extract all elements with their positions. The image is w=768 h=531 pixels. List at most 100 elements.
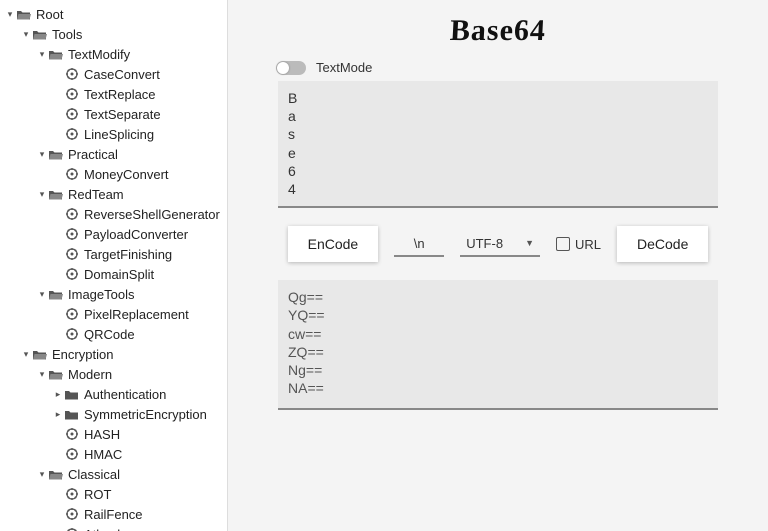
tree-classical[interactable]: ▾ Classical [0,464,227,484]
gear-icon [64,168,80,180]
checkbox-icon [556,237,570,251]
output-textarea[interactable]: Qg== YQ== cw== ZQ== Ng== NA== [278,280,718,410]
tree-label: Modern [68,367,112,382]
chevron-down-icon: ▾ [36,49,48,60]
folder-open-icon [48,369,64,380]
tree-label: Root [36,7,63,22]
folder-open-icon [48,149,64,160]
chevron-right-icon: ▸ [52,389,64,400]
textmode-label: TextMode [316,60,372,75]
tree-railfence[interactable]: ▾RailFence [0,504,227,524]
chevron-down-icon: ▾ [36,289,48,300]
tree-caseconvert[interactable]: ▾CaseConvert [0,64,227,84]
folder-open-icon [48,49,64,60]
tree-textmodify[interactable]: ▾ TextModify [0,44,227,64]
gear-icon [64,448,80,460]
tree-hash[interactable]: ▾HASH [0,424,227,444]
tree-label: TextModify [68,47,130,62]
textmode-toggle[interactable] [276,61,306,75]
tree-atbash[interactable]: ▾Atbash [0,524,227,531]
tree-imagetools[interactable]: ▾ ImageTools [0,284,227,304]
gear-icon [64,308,80,320]
url-checkbox[interactable]: URL [556,237,601,252]
encoding-select[interactable]: UTF-8 ▼ [460,232,540,257]
tree-authentication[interactable]: ▸ Authentication [0,384,227,404]
gear-icon [64,428,80,440]
folder-open-icon [48,189,64,200]
chevron-right-icon: ▸ [52,409,64,420]
tree-root[interactable]: ▾ Root [0,4,227,24]
gear-icon [64,328,80,340]
tree-reverseshell[interactable]: ▾ReverseShellGenerator [0,204,227,224]
chevron-down-icon: ▾ [20,29,32,40]
gear-icon [64,88,80,100]
tree-label: Encryption [52,347,113,362]
encoding-value: UTF-8 [466,236,503,251]
gear-icon [64,248,80,260]
folder-closed-icon [64,389,80,400]
decode-button[interactable]: DeCode [617,226,708,262]
tree-label: Atbash [84,527,124,531]
chevron-down-icon: ▾ [20,349,32,360]
tree-label: HMAC [84,447,122,462]
url-label: URL [575,237,601,252]
separator-input[interactable]: \n [394,232,444,257]
tree-practical[interactable]: ▾Practical [0,144,227,164]
tree-label: Classical [68,467,120,482]
folder-open-icon [32,349,48,360]
tree-tools[interactable]: ▾ Tools [0,24,227,44]
tree-payloadconv[interactable]: ▾PayloadConverter [0,224,227,244]
tree-label: TextReplace [84,87,156,102]
chevron-down-icon: ▾ [4,9,16,20]
tree-textseparate[interactable]: ▾TextSeparate [0,104,227,124]
tree-label: ROT [84,487,111,502]
folder-closed-icon [64,409,80,420]
tree-qrcode[interactable]: ▾QRCode [0,324,227,344]
tree-hmac[interactable]: ▾HMAC [0,444,227,464]
tree-encryption[interactable]: ▾ Encryption [0,344,227,364]
tree-rot[interactable]: ▾ROT [0,484,227,504]
encode-button[interactable]: EnCode [288,226,379,262]
tree-label: CaseConvert [84,67,160,82]
tree-label: QRCode [84,327,135,342]
tree-targetfinish[interactable]: ▾TargetFinishing [0,244,227,264]
tree-label: Practical [68,147,118,162]
tree-moneyconvert[interactable]: ▾MoneyConvert [0,164,227,184]
chevron-down-icon: ▼ [525,238,534,248]
tree-symmetric[interactable]: ▸SymmetricEncryption [0,404,227,424]
tree-label: RedTeam [68,187,124,202]
tree-label: MoneyConvert [84,167,169,182]
tree-label: LineSplicing [84,127,154,142]
folder-open-icon [32,29,48,40]
tree-label: ImageTools [68,287,134,302]
tree-modern[interactable]: ▾ Modern [0,364,227,384]
folder-open-icon [48,289,64,300]
tree-domainsplit[interactable]: ▾DomainSplit [0,264,227,284]
gear-icon [64,488,80,500]
chevron-down-icon: ▾ [36,469,48,480]
tree-label: RailFence [84,507,143,522]
tree-textreplace[interactable]: ▾TextReplace [0,84,227,104]
tree-label: Tools [52,27,82,42]
tree-linesplicing[interactable]: ▾LineSplicing [0,124,227,144]
gear-icon [64,208,80,220]
tree-label: TargetFinishing [84,247,172,262]
controls-row: EnCode \n UTF-8 ▼ URL DeCode [278,226,718,262]
chevron-down-icon: ▾ [36,369,48,380]
tree-label: HASH [84,427,120,442]
input-textarea[interactable]: B a s e 6 4 [278,81,718,208]
gear-icon [64,228,80,240]
gear-icon [64,508,80,520]
gear-icon [64,268,80,280]
tree-label: PayloadConverter [84,227,188,242]
tree-label: TextSeparate [84,107,161,122]
tree-label: PixelReplacement [84,307,189,322]
tree-label: Authentication [84,387,166,402]
chevron-down-icon: ▾ [36,189,48,200]
gear-icon [64,68,80,80]
folder-open-icon [48,469,64,480]
tree-pixelreplace[interactable]: ▾PixelReplacement [0,304,227,324]
sidebar-tree[interactable]: ▾ Root ▾ Tools ▾ TextModify ▾CaseConvert… [0,0,228,531]
gear-icon [64,108,80,120]
tree-redteam[interactable]: ▾ RedTeam [0,184,227,204]
